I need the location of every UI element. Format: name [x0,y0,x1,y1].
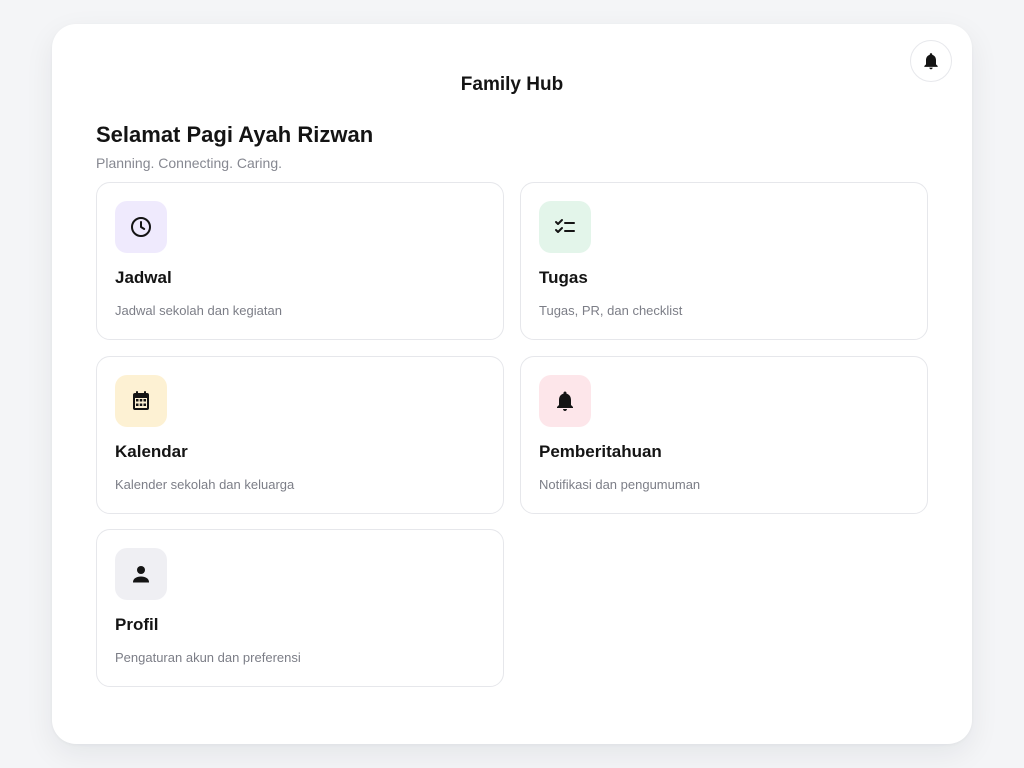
tile-profil[interactable]: Profil Pengaturan akun dan preferensi [96,529,504,687]
tile-title: Profil [115,615,159,634]
tile-jadwal[interactable]: Jadwal Jadwal sekolah dan kegiatan [96,182,504,340]
greeting-subtitle: Planning. Connecting. Caring. [96,155,283,171]
tile-tugas[interactable]: Tugas Tugas, PR, dan checklist [520,182,928,340]
tile-title: Pemberitahuan [539,442,662,461]
bell-icon [553,389,577,413]
tile-icon-box [115,201,167,253]
app-title: Family Hub [460,74,564,95]
notifications-button[interactable] [910,40,952,82]
greeting-title: Selamat Pagi Ayah Rizwan [96,122,374,147]
calendar-icon [129,389,153,413]
clock-icon [129,215,153,239]
tile-description: Pengaturan akun dan preferensi [115,650,301,665]
tile-title: Kalendar [115,442,188,461]
app-card: Family Hub Selamat Pagi Ayah Rizwan Plan… [52,24,972,744]
tile-title: Jadwal [115,268,172,287]
checklist-icon [553,215,577,239]
person-icon [129,562,153,586]
tile-icon-box [539,201,591,253]
bell-icon [921,51,941,71]
tile-icon-box [115,548,167,600]
tile-description: Notifikasi dan pengumuman [539,477,701,492]
tile-pemberitahuan[interactable]: Pemberitahuan Notifikasi dan pengumuman [520,356,928,514]
tile-title: Tugas [539,268,588,287]
tile-icon-box [539,375,591,427]
tile-description: Kalender sekolah dan keluarga [115,477,295,492]
tile-kalendar[interactable]: Kalendar Kalender sekolah dan keluarga [96,356,504,514]
tile-description: Tugas, PR, dan checklist [539,303,683,318]
tile-description: Jadwal sekolah dan kegiatan [115,303,282,318]
tile-icon-box [115,375,167,427]
